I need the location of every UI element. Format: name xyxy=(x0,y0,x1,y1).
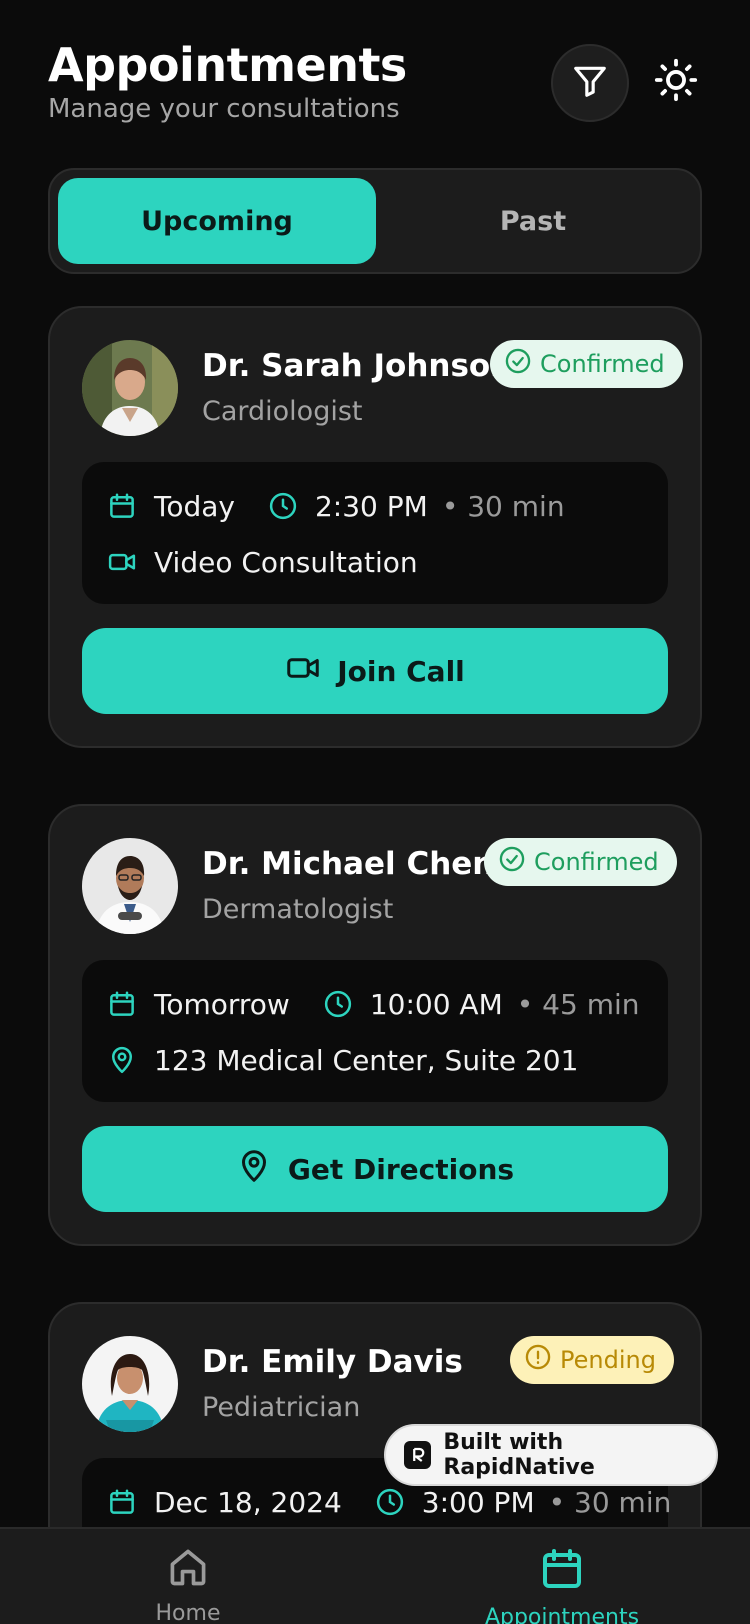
calendar-icon xyxy=(538,1545,586,1597)
sun-icon xyxy=(653,57,699,107)
filter-icon xyxy=(571,62,609,104)
segmented-control: Upcoming Past xyxy=(48,168,702,274)
avatar xyxy=(82,838,178,934)
video-icon xyxy=(285,650,321,693)
rapidnative-logo-icon xyxy=(404,1441,432,1469)
doctor-name: Dr. Michael Chen xyxy=(202,846,495,882)
doctor-specialty: Pediatrician xyxy=(202,1392,361,1423)
tab-home[interactable]: Home xyxy=(88,1545,288,1624)
tab-home-label: Home xyxy=(155,1601,221,1624)
appointment-location: 123 Medical Center, Suite 201 xyxy=(154,1043,579,1077)
appointment-duration: • 30 min xyxy=(548,1485,672,1519)
tab-appointments[interactable]: Appointments xyxy=(462,1545,662,1624)
doctor-specialty: Dermatologist xyxy=(202,894,394,925)
join-call-label: Join Call xyxy=(337,654,465,688)
doctor-name: Dr. Emily Davis xyxy=(202,1344,463,1380)
status-label: Pending xyxy=(560,1346,656,1374)
appointment-date: Tomorrow xyxy=(154,987,290,1021)
status-label: Confirmed xyxy=(540,350,665,378)
check-circle-icon xyxy=(498,845,526,879)
clock-icon xyxy=(322,988,354,1020)
appointment-duration: • 45 min xyxy=(516,987,640,1021)
get-directions-button[interactable]: Get Directions xyxy=(82,1126,668,1212)
tab-upcoming[interactable]: Upcoming xyxy=(58,178,376,264)
appointment-date: Dec 18, 2024 xyxy=(154,1485,342,1519)
map-pin-icon xyxy=(106,1044,138,1076)
appointment-details: Tomorrow 10:00 AM • 45 min 123 Medical C… xyxy=(82,960,668,1102)
status-badge: Confirmed xyxy=(484,838,677,886)
alert-circle-icon xyxy=(524,1343,552,1377)
clock-icon xyxy=(374,1486,406,1518)
status-label: Confirmed xyxy=(534,848,659,876)
appointment-date: Today xyxy=(154,489,235,523)
calendar-icon xyxy=(106,988,138,1020)
built-with-label: Built with RapidNative xyxy=(443,1430,595,1480)
appointment-time: 10:00 AM xyxy=(369,987,503,1021)
appointment-card[interactable]: Dr. Sarah Johnson Cardiologist Confirmed… xyxy=(48,306,702,748)
filter-button[interactable] xyxy=(551,44,629,122)
check-circle-icon xyxy=(504,347,532,381)
avatar xyxy=(82,340,178,436)
built-with-badge[interactable]: Built with RapidNative xyxy=(384,1424,718,1486)
tab-past[interactable]: Past xyxy=(374,178,692,264)
appointment-duration: • 30 min xyxy=(441,489,565,523)
video-icon xyxy=(106,546,138,578)
home-icon xyxy=(166,1545,210,1593)
calendar-icon xyxy=(106,490,138,522)
header: Appointments Manage your consultations xyxy=(48,38,702,138)
get-directions-label: Get Directions xyxy=(287,1152,515,1186)
theme-toggle-button[interactable] xyxy=(652,58,700,106)
calendar-icon xyxy=(106,1486,138,1518)
doctor-name: Dr. Sarah Johnson xyxy=(202,348,513,384)
tab-appointments-label: Appointments xyxy=(484,1605,640,1624)
appointment-card[interactable]: Dr. Michael Chen Dermatologist Confirmed… xyxy=(48,804,702,1246)
doctor-specialty: Cardiologist xyxy=(202,396,363,427)
appointment-time: 2:30 PM xyxy=(314,489,428,523)
appointment-time: 3:00 PM xyxy=(421,1485,535,1519)
join-call-button[interactable]: Join Call xyxy=(82,628,668,714)
appointment-details: Today 2:30 PM • 30 min Video Consultatio… xyxy=(82,462,668,604)
avatar xyxy=(82,1336,178,1432)
clock-icon xyxy=(267,490,299,522)
bottom-tab-bar: Home Appointments xyxy=(0,1527,750,1624)
appointment-type: Video Consultation xyxy=(154,545,418,579)
status-badge: Confirmed xyxy=(490,340,683,388)
status-badge: Pending xyxy=(510,1336,674,1384)
map-pin-icon xyxy=(236,1148,272,1191)
